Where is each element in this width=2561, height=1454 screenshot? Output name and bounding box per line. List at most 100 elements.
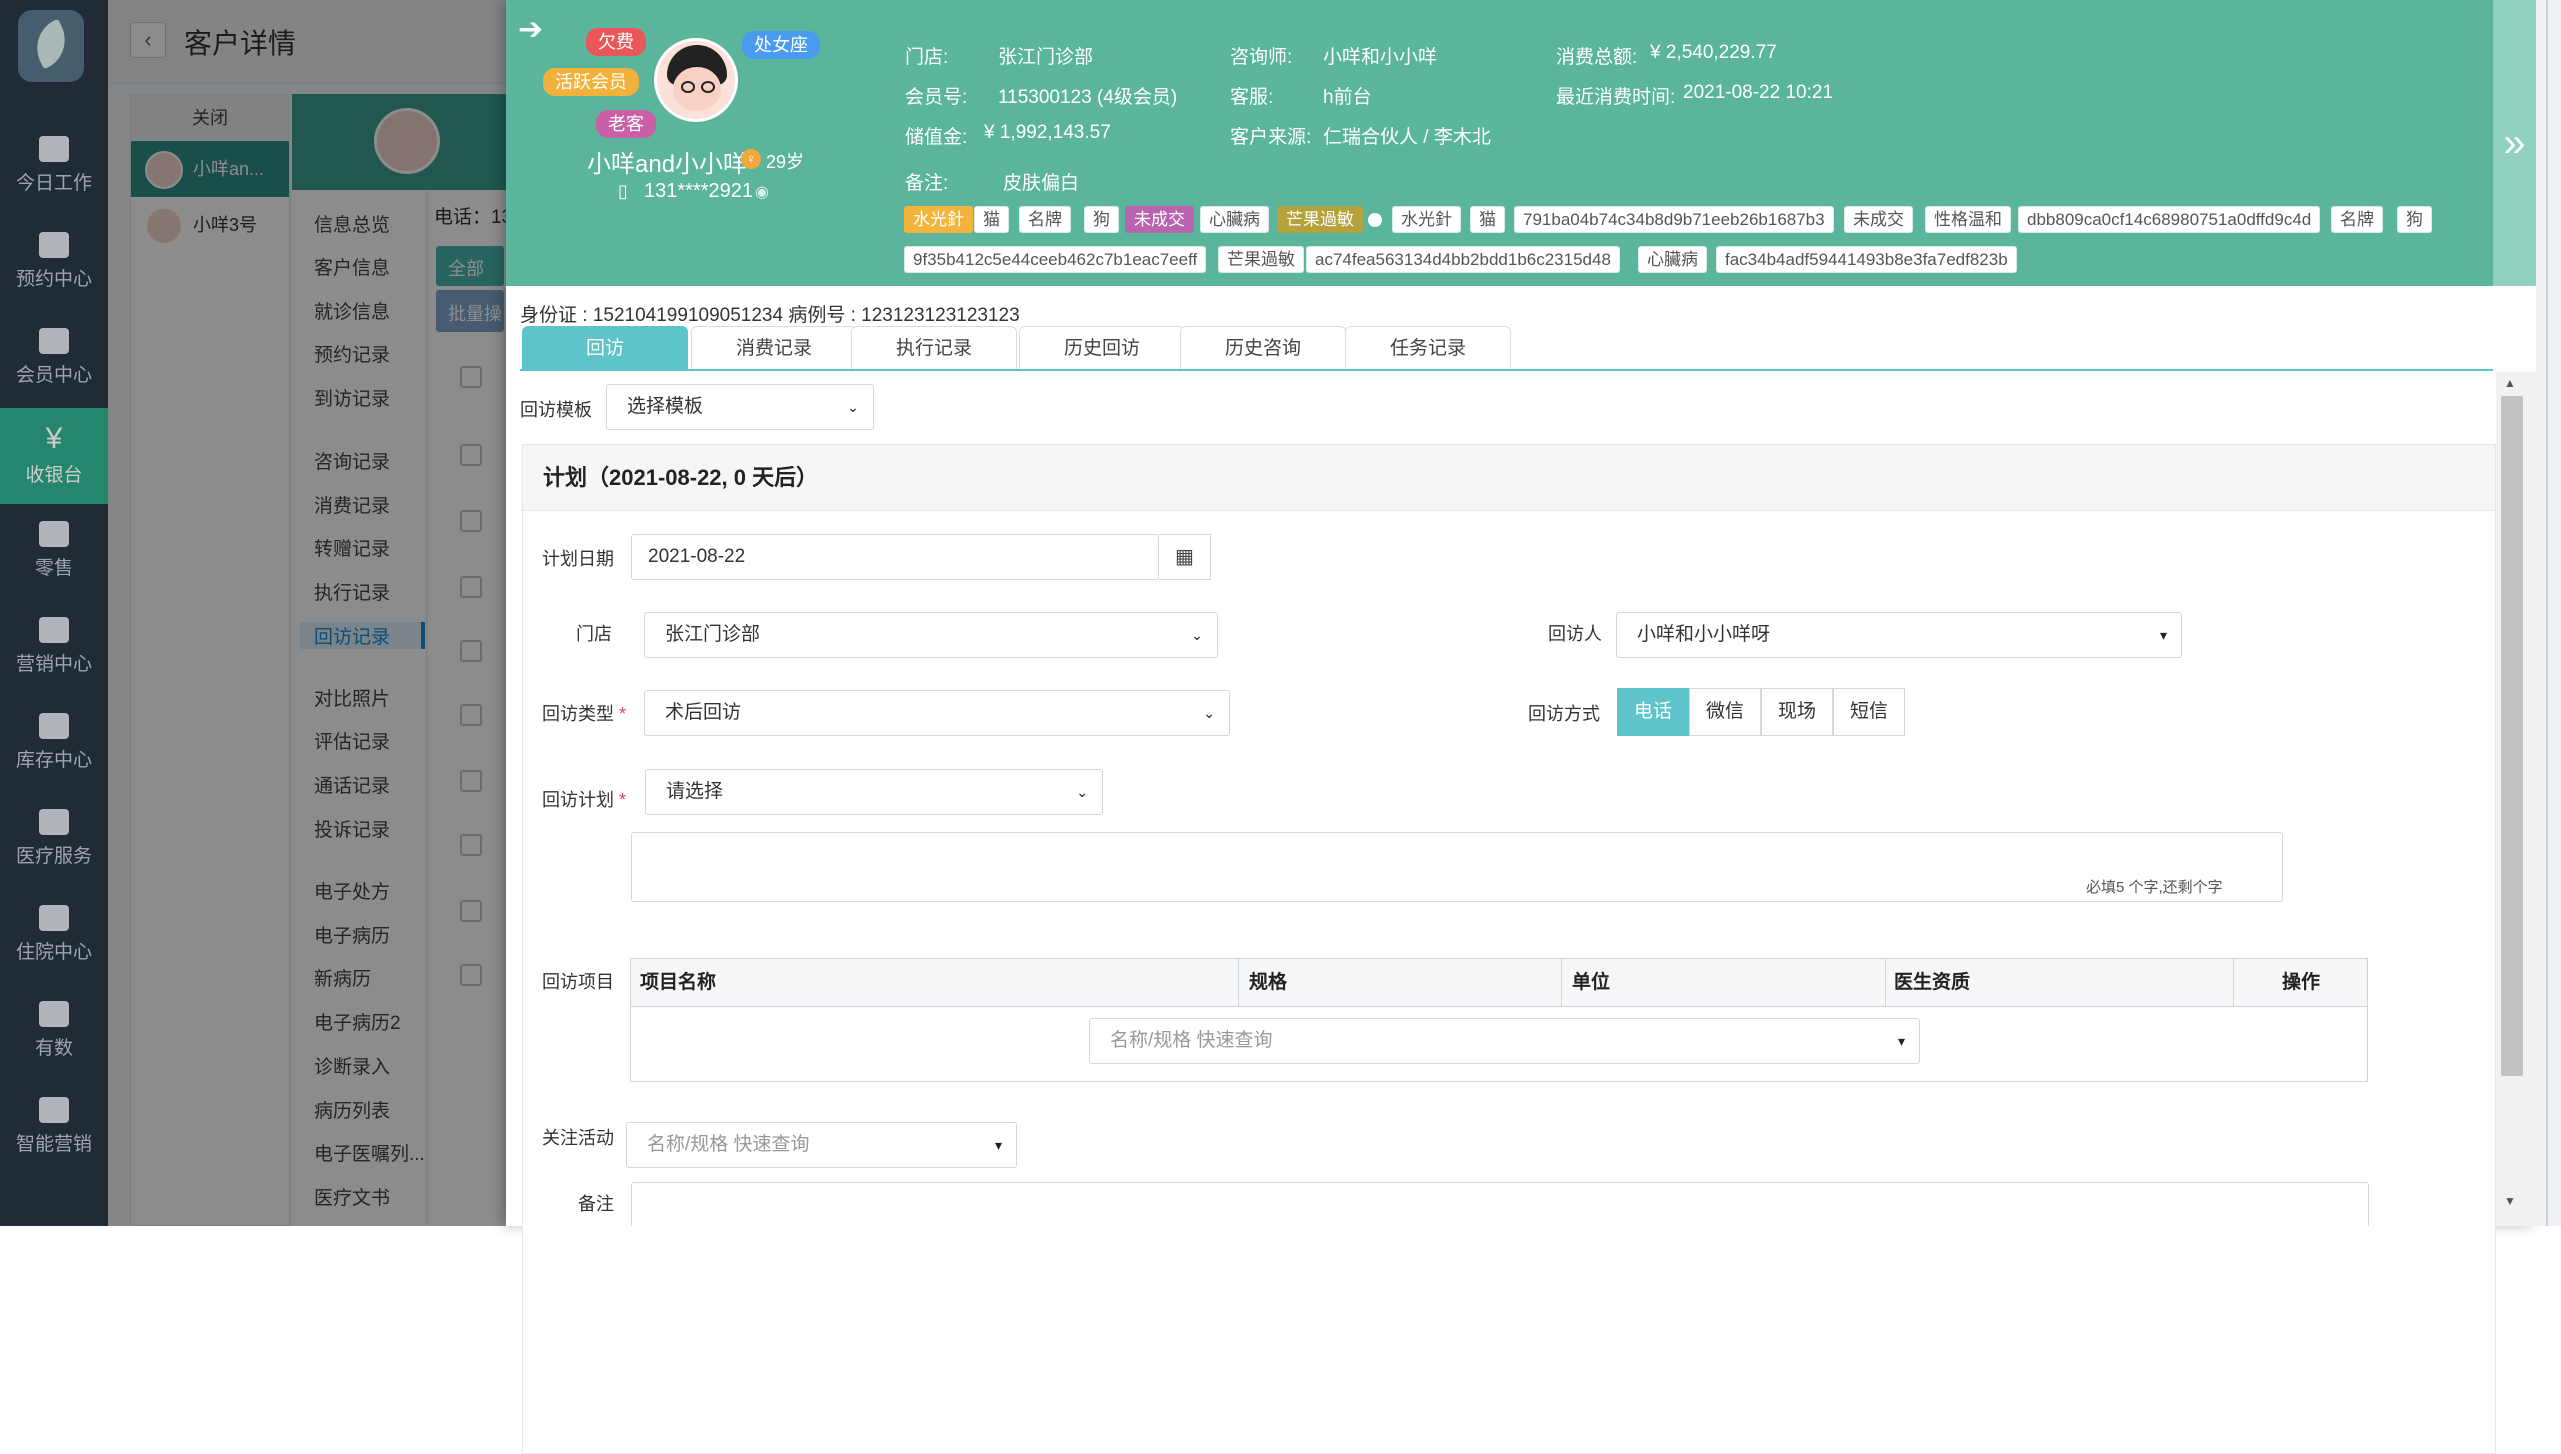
- total-value: ¥ 2,540,229.77: [1650, 42, 1777, 63]
- service-label: 客服:: [1230, 87, 1274, 108]
- note-value: 皮肤偏白: [1003, 173, 1080, 194]
- tag-chip: ac74fea563134d4bb2bdd1b6c2315d48: [1306, 246, 1620, 273]
- arrow-right-icon[interactable]: ➔: [518, 12, 543, 47]
- note-label: 备注:: [905, 173, 949, 194]
- service-value: h前台: [1323, 87, 1372, 108]
- char-count-hint: 必填5 个字,还剩个字: [2086, 879, 2223, 896]
- tag-bubble: 老客: [596, 110, 656, 138]
- activity-placeholder: 名称/规格 快速查询: [647, 1134, 810, 1155]
- customer-avatar: [654, 38, 738, 122]
- tag-chip: 名牌: [1019, 206, 1071, 233]
- plan-title: 计划（2021-08-22, 0 天后）: [523, 445, 2495, 511]
- caret-down-icon: ▾: [2159, 627, 2167, 643]
- tag-chip: 狗: [1084, 206, 1119, 233]
- method-option[interactable]: 短信: [1833, 688, 1905, 736]
- chevron-down-icon: ⌄: [847, 399, 859, 415]
- tag-chip: 性格温和: [1925, 206, 2011, 233]
- member-label: 会员号:: [905, 87, 968, 108]
- consultant-value: 小咩和小小咩: [1323, 47, 1438, 68]
- col-name: 项目名称: [640, 972, 717, 993]
- consultant-label: 咨询师:: [1230, 47, 1293, 68]
- tag-chip: 未成交: [1125, 206, 1194, 233]
- date-input[interactable]: 2021-08-22: [631, 534, 1159, 580]
- scroll-down-icon[interactable]: ▼: [2504, 1194, 2516, 1208]
- tab-item[interactable]: 任务记录: [1345, 326, 1511, 370]
- remark-textarea[interactable]: [631, 1182, 2369, 1226]
- tag-chip: 水光針: [1392, 206, 1461, 233]
- template-label: 回访模板: [520, 400, 592, 420]
- visitor-value: 小咩和小小咩呀: [1637, 624, 1771, 645]
- tag-chip: 心臟病: [1638, 246, 1707, 273]
- source-value: 仁瑞合伙人 / 李木北: [1323, 127, 1491, 148]
- col-spec: 规格: [1249, 972, 1288, 993]
- customer-phone: 131****2921: [644, 180, 753, 202]
- chevron-down-icon: ⌄: [1076, 784, 1088, 800]
- method-option[interactable]: 微信: [1689, 688, 1761, 736]
- source-label: 客户来源:: [1230, 127, 1312, 148]
- method-option[interactable]: 电话: [1617, 688, 1689, 736]
- scrollbar-thumb[interactable]: [2501, 396, 2523, 1076]
- remark-label: 备注: [578, 1194, 614, 1214]
- col-divider: [2233, 959, 2234, 1007]
- visitor-select[interactable]: 小咩和小小咩呀 ▾: [1616, 612, 2182, 658]
- store-select-value: 张江门诊部: [665, 624, 761, 645]
- activity-label: 关注活动: [542, 1128, 614, 1148]
- store-value: 张江门诊部: [998, 47, 1094, 68]
- items-label: 回访项目: [542, 972, 614, 992]
- col-doctor: 医生资质: [1894, 972, 1971, 993]
- date-label: 计划日期: [542, 549, 614, 569]
- tag-chip: dbb809ca0cf14c68980751a0dffd9c4d: [2018, 206, 2321, 233]
- gender-icon: ♀: [741, 149, 761, 169]
- tag-chip: 芒果過敏: [1218, 246, 1304, 273]
- type-select[interactable]: 术后回访 ⌄: [644, 690, 1230, 736]
- tag-chip: 9f35b412c5e44ceeb462c7b1eac7eeff: [904, 246, 1207, 273]
- type-label: 回访类型 *: [542, 704, 627, 724]
- tab-item[interactable]: 历史咨询: [1180, 326, 1346, 370]
- tag-bubble: 活跃会员: [543, 68, 639, 96]
- plan-select[interactable]: 请选择 ⌄: [645, 769, 1103, 815]
- customer-name: 小咩and小小咩: [587, 151, 748, 178]
- tab-item[interactable]: 执行记录: [851, 326, 1017, 370]
- method-option[interactable]: 现场: [1761, 688, 1833, 736]
- table-header: [631, 959, 2367, 1007]
- tab-item[interactable]: 回访: [522, 326, 688, 370]
- modal-overlay[interactable]: [108, 0, 508, 84]
- last-consume-label: 最近消费时间:: [1556, 87, 1676, 108]
- window-edge-line: [2546, 0, 2548, 1226]
- store-select[interactable]: 张江门诊部 ⌄: [644, 612, 1218, 658]
- modal-overlay[interactable]: [108, 84, 508, 1226]
- item-search-select[interactable]: 名称/规格 快速查询 ▾: [1089, 1018, 1920, 1064]
- activity-select[interactable]: 名称/规格 快速查询 ▾: [626, 1122, 1017, 1168]
- dot-icon: [1368, 213, 1382, 227]
- tag-chip: 猫: [1470, 206, 1505, 233]
- tab-item[interactable]: 消费记录: [691, 326, 857, 370]
- item-search-placeholder: 名称/规格 快速查询: [1110, 1030, 1273, 1051]
- plan-content-textarea[interactable]: [631, 832, 2283, 902]
- id-info: 身份证 : 152104199109051234 病例号 : 123123123…: [520, 305, 1020, 326]
- chevron-down-icon: ⌄: [1203, 705, 1215, 721]
- balance-label: 储值金:: [905, 127, 968, 148]
- tab-item[interactable]: 历史回访: [1019, 326, 1185, 370]
- tag-bubble: 处女座: [742, 31, 820, 59]
- col-divider: [1885, 959, 1886, 1007]
- col-divider: [1238, 959, 1239, 1007]
- tag-chip: fac34b4adf59441493b8e3fa7edf823b: [1716, 246, 2017, 273]
- customer-age: 29岁: [766, 152, 805, 172]
- col-unit: 单位: [1572, 972, 1611, 993]
- eye-icon[interactable]: ◉: [755, 182, 769, 202]
- scroll-up-icon[interactable]: ▲: [2504, 376, 2516, 390]
- modal-overlay[interactable]: [0, 0, 108, 1226]
- plan-section: [522, 444, 2496, 1454]
- calendar-icon[interactable]: ▦: [1159, 534, 1211, 580]
- caret-down-icon: ▾: [1897, 1033, 1905, 1049]
- tag-chip: 狗: [2397, 206, 2432, 233]
- window-edge: [2536, 0, 2561, 1226]
- template-select[interactable]: 选择模板 ⌄: [606, 384, 874, 430]
- collapse-drawer-button[interactable]: »: [2493, 0, 2536, 286]
- method-label: 回访方式: [1528, 704, 1600, 724]
- balance-value: ¥ 1,992,143.57: [984, 122, 1111, 143]
- tag-chip: 791ba04b74c34b8d9b71eeb26b1687b3: [1514, 206, 1834, 233]
- tag-chip: 水光針: [904, 206, 973, 233]
- visitor-label: 回访人: [1548, 624, 1602, 644]
- tag-chip: 芒果過敏: [1277, 206, 1363, 233]
